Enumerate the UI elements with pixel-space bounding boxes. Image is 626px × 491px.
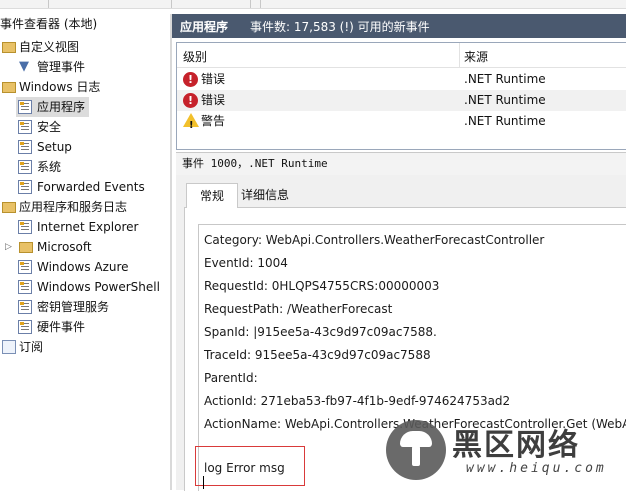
tab-details[interactable]: 详细信息: [238, 183, 292, 207]
tree-item-label: 密钥管理服务: [37, 300, 110, 314]
tree-item-root[interactable]: 事件查看器 (本地): [0, 14, 170, 34]
tree-item-label: 安全: [37, 120, 62, 134]
description-line: RequestPath: /WeatherForecast: [204, 302, 393, 316]
event-log-icon: [18, 140, 32, 154]
tree-item-custom-views[interactable]: 自定义视图: [0, 37, 170, 57]
table-row[interactable]: ! 错误 .NET Runtime: [177, 69, 626, 90]
tree-item-label: Microsoft: [37, 240, 92, 254]
column-separator[interactable]: [459, 43, 460, 67]
expand-arrow-icon[interactable]: ▷: [5, 237, 13, 257]
folder-icon: [2, 202, 16, 213]
tree-item-label: 管理事件: [37, 60, 86, 74]
tree-item-label: 应用程序: [37, 100, 86, 114]
tree-item-label: Forwarded Events: [37, 180, 145, 194]
row-level: 错误: [201, 72, 226, 86]
column-header-level[interactable]: 级别: [183, 48, 207, 65]
error-icon: !: [183, 72, 198, 87]
tree-item-application-log[interactable]: 应用程序: [16, 97, 89, 117]
table-row[interactable]: ! 警告 .NET Runtime: [177, 111, 626, 132]
tree-item-windows-powershell[interactable]: Windows PowerShell: [16, 277, 166, 297]
description-line: TraceId: 915ee5a-43c9d97c09ac7588: [204, 348, 431, 362]
row-source: .NET Runtime: [464, 114, 546, 128]
tree-item-label: Windows Azure: [37, 260, 129, 274]
text-caret: [203, 476, 204, 489]
events-table: 级别 来源 ! 错误 .NET Runtime ! 错误 .NET Runtim…: [176, 42, 626, 150]
tree-item-label: 应用程序和服务日志: [19, 200, 128, 214]
watermark-url: www.heiqu.com: [466, 461, 607, 476]
event-log-icon: [18, 180, 32, 194]
folder-icon: [2, 82, 16, 93]
event-detail-title: 事件 1000，.NET Runtime: [176, 152, 626, 176]
row-level: 错误: [201, 93, 226, 107]
tree-item-label: Windows PowerShell: [37, 280, 160, 294]
top-toolbar-strip: [0, 0, 626, 9]
row-source: .NET Runtime: [464, 72, 546, 86]
description-line: EventId: 1004: [204, 256, 288, 270]
tab-general[interactable]: 常规: [186, 183, 238, 208]
row-level: 警告: [201, 114, 226, 128]
log-header: 应用程序 事件数: 17,583 (!) 可用的新事件: [172, 14, 626, 38]
event-log-icon: [18, 160, 32, 174]
error-icon: !: [183, 93, 198, 108]
table-header: 级别 来源: [177, 43, 626, 68]
filter-icon: ▼: [19, 59, 29, 74]
tree-item-label: Windows 日志: [19, 80, 101, 94]
pane-splitter[interactable]: [170, 14, 172, 490]
event-log-icon: [18, 320, 32, 334]
tree-item-hardware-events[interactable]: 硬件事件: [16, 317, 166, 337]
highlight-box: [195, 446, 305, 486]
tree-item-windows-azure[interactable]: Windows Azure: [16, 257, 166, 277]
tree-item-windows-logs[interactable]: Windows 日志: [0, 77, 170, 97]
watermark-title: 黑区网络: [452, 428, 580, 463]
tree-item-label: 硬件事件: [37, 320, 86, 334]
event-log-icon: [18, 260, 32, 274]
description-line: ActionId: 271eba53-fb97-4f1b-9edf-974624…: [204, 394, 511, 408]
tree-item-security-log[interactable]: 安全: [16, 117, 166, 137]
folder-icon: [19, 242, 33, 253]
description-line: Category: WebApi.Controllers.WeatherFore…: [204, 233, 545, 247]
event-log-icon: [18, 280, 32, 294]
event-log-icon: [18, 300, 32, 314]
watermark-logo-icon: [386, 420, 446, 480]
navigation-tree: 事件查看器 (本地) 自定义视图 ▼ 管理事件 Windows 日志 应用程序 …: [0, 14, 170, 490]
tree-item-admin-events[interactable]: ▼ 管理事件: [0, 57, 170, 77]
tree-item-system-log[interactable]: 系统: [16, 157, 166, 177]
tree-item-label: 事件查看器 (本地): [0, 17, 98, 31]
tree-item-subscriptions[interactable]: 订阅: [0, 337, 170, 357]
tree-item-app-services-logs[interactable]: 应用程序和服务日志: [0, 197, 170, 217]
description-line: ParentId:: [204, 371, 258, 385]
tree-item-label: Setup: [37, 140, 72, 154]
warning-icon: !: [183, 113, 199, 131]
tree-item-internet-explorer[interactable]: Internet Explorer: [16, 217, 166, 237]
event-log-icon: [18, 100, 32, 114]
description-line: SpanId: |915ee5a-43c9d97c09ac7588.: [204, 325, 437, 339]
subscription-icon: [2, 340, 16, 354]
tree-item-label: 系统: [37, 160, 62, 174]
log-title: 应用程序: [180, 20, 229, 34]
event-log-icon: [18, 220, 32, 234]
event-count: 事件数: 17,583 (!) 可用的新事件: [250, 20, 430, 34]
tree-item-label: Internet Explorer: [37, 220, 139, 234]
tree-item-label: 自定义视图: [19, 40, 80, 54]
column-header-source[interactable]: 来源: [464, 48, 488, 65]
folder-icon: [2, 42, 16, 53]
event-log-icon: [18, 120, 32, 134]
event-detail-title-text: 事件 1000，.NET Runtime: [182, 157, 328, 170]
description-line: RequestId: 0HLQPS4755CRS:00000003: [204, 279, 440, 293]
tree-item-setup-log[interactable]: Setup: [16, 137, 166, 157]
row-source: .NET Runtime: [464, 93, 546, 107]
tree-item-forwarded-events[interactable]: Forwarded Events: [16, 177, 166, 197]
tree-item-key-management[interactable]: 密钥管理服务: [16, 297, 166, 317]
tree-item-label: 订阅: [19, 340, 44, 354]
tree-item-microsoft[interactable]: ▷ Microsoft: [0, 237, 170, 257]
table-row[interactable]: ! 错误 .NET Runtime: [177, 90, 626, 111]
